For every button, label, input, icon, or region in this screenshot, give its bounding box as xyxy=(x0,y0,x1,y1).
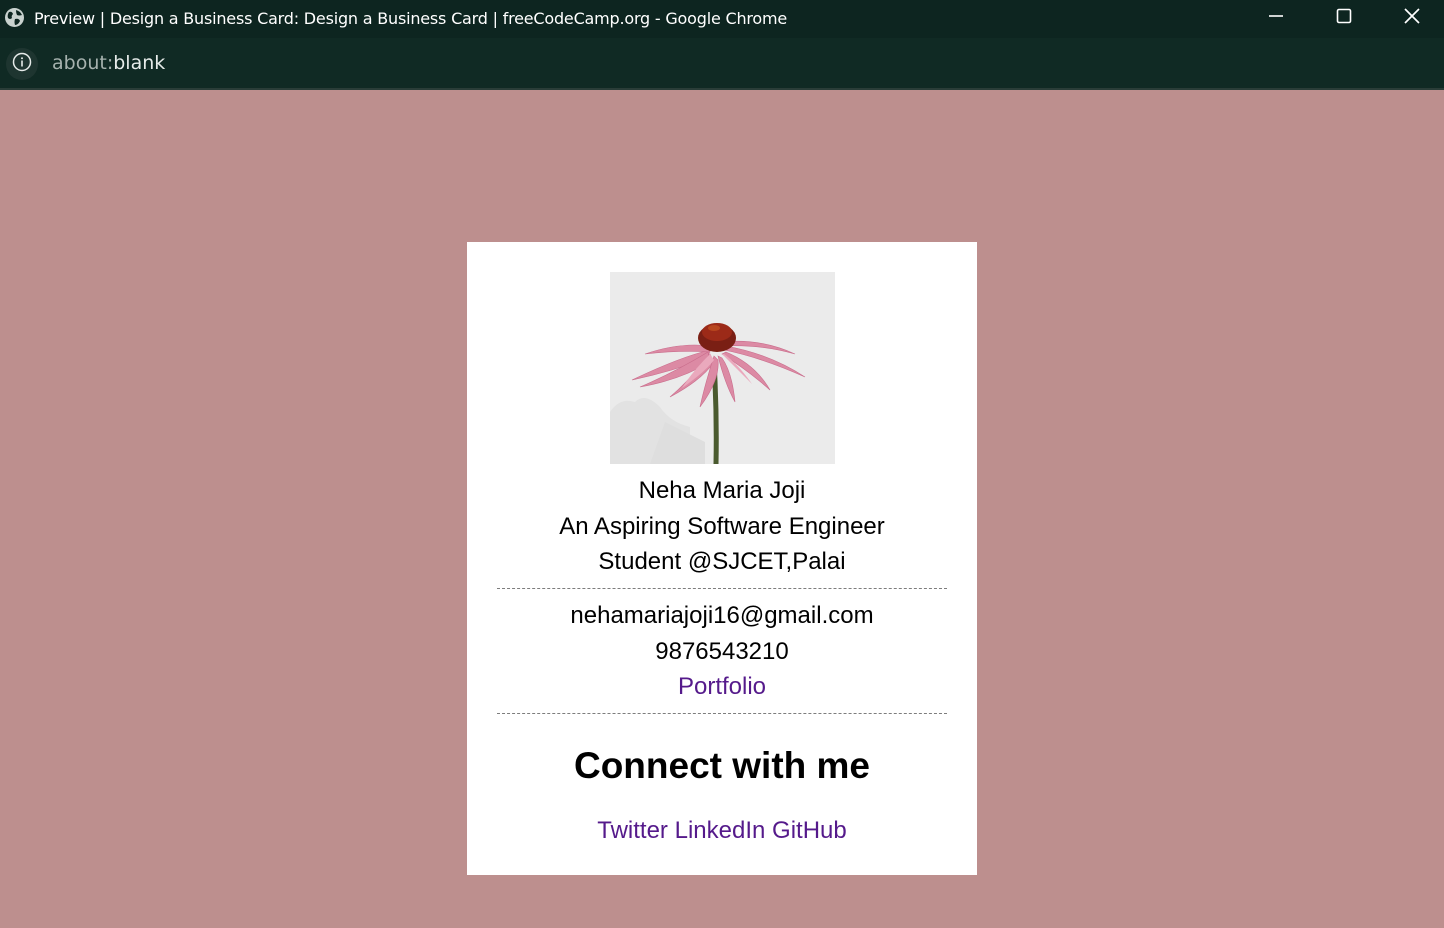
url-path: blank xyxy=(113,52,166,74)
portfolio-line: Portfolio xyxy=(467,673,977,701)
portfolio-link[interactable]: Portfolio xyxy=(678,673,766,700)
address-bar: about:blank xyxy=(0,38,1444,90)
window-titlebar: Preview | Design a Business Card: Design… xyxy=(0,0,1444,38)
window-title: Preview | Design a Business Card: Design… xyxy=(34,9,788,28)
github-link[interactable]: GitHub xyxy=(772,817,847,844)
globe-icon xyxy=(4,7,25,28)
card-name: Neha Maria Joji xyxy=(638,477,806,504)
card-job-title: An Aspiring Software Engineer xyxy=(559,513,885,540)
profile-image xyxy=(610,272,835,464)
card-email: nehamariajoji16@gmail.com xyxy=(570,602,874,629)
connect-heading: Connect with me xyxy=(573,745,871,786)
social-links: Twitter LinkedIn GitHub xyxy=(467,817,977,845)
linkedin-link[interactable]: LinkedIn xyxy=(675,817,766,844)
flower-photo xyxy=(610,272,835,464)
card-company: Student @SJCET,Palai xyxy=(598,548,846,575)
divider xyxy=(497,588,947,589)
url-field[interactable]: about:blank xyxy=(52,52,165,74)
maximize-button[interactable] xyxy=(1310,0,1378,36)
close-button[interactable] xyxy=(1378,0,1444,36)
minimize-icon xyxy=(1268,8,1284,29)
divider xyxy=(497,713,947,714)
business-card: Neha Maria Joji An Aspiring Software Eng… xyxy=(467,242,977,875)
card-phone: 9876543210 xyxy=(655,638,789,665)
close-icon xyxy=(1403,7,1421,30)
url-scheme: about: xyxy=(52,52,114,74)
info-icon xyxy=(12,52,32,77)
maximize-icon xyxy=(1336,8,1352,29)
minimize-button[interactable] xyxy=(1242,0,1310,36)
site-info-button[interactable] xyxy=(6,48,38,80)
twitter-link[interactable]: Twitter xyxy=(597,817,668,844)
